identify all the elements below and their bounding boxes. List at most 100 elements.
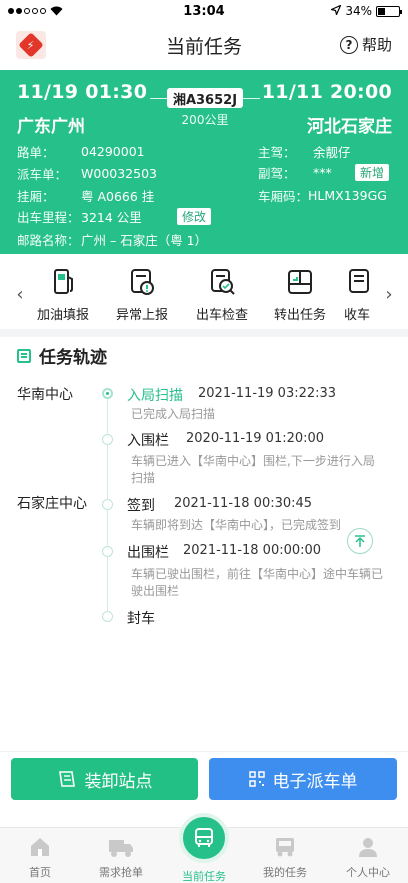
battery-percent: 34%	[345, 4, 372, 18]
route-no-value: 04290001	[81, 144, 145, 159]
tab-label: 我的任务	[263, 866, 307, 879]
action-vehicle-check[interactable]: 出车检查	[187, 266, 257, 323]
bottom-button-bar: 装卸站点 电子派车单	[0, 751, 408, 815]
current-task-tab-button[interactable]	[179, 813, 229, 863]
mileage-row: 出车里程： 3214 公里 修改	[17, 207, 212, 226]
trailer-value: 粤 A0666 挂	[81, 189, 155, 204]
action-fuel-report[interactable]: 加油填报	[28, 266, 98, 323]
user-icon	[355, 834, 381, 860]
event-title: 入围栏	[127, 433, 169, 449]
route-name-label: 邮路名称：	[17, 233, 80, 248]
route-line-right	[243, 98, 260, 99]
signal-area	[8, 6, 63, 16]
tab-current-task[interactable]: 当前任务	[164, 864, 244, 883]
route-name-row: 邮路名称： 广州 – 石家庄（粤 1）	[17, 230, 207, 249]
timeline-node-active	[102, 388, 113, 399]
tab-home[interactable]: 首页	[0, 834, 80, 880]
event-time: 2020-11-19 01:20:00	[186, 431, 325, 446]
load-station-button[interactable]: 装卸站点	[11, 758, 198, 800]
event-desc: 已完成入局扫描	[131, 407, 216, 421]
trailer-label: 挂厢：	[17, 189, 55, 204]
mileage-label: 出车里程：	[17, 210, 80, 225]
destination-city: 河北石家庄	[307, 117, 392, 137]
action-transfer-task[interactable]: 转出任务	[265, 266, 335, 323]
timeline-node	[102, 611, 113, 622]
app-logo-icon[interactable]: ⚡	[16, 31, 46, 59]
help-button[interactable]: ? 帮助	[339, 34, 392, 55]
help-icon: ?	[339, 35, 358, 54]
signal-strength-icon	[8, 8, 46, 14]
list-icon	[17, 348, 31, 363]
origin-city: 广东广州	[17, 117, 85, 137]
tab-label: 当前任务	[182, 870, 226, 883]
tab-profile[interactable]: 个人中心	[328, 834, 408, 880]
action-label: 转出任务	[273, 308, 326, 323]
event-time: 2021-11-18 00:30:45	[174, 496, 313, 511]
co-driver-label: 副驾：	[258, 166, 296, 181]
co-driver-row: 副驾： *** 新增	[258, 163, 390, 182]
action-label: 收车	[344, 308, 371, 323]
action-receive-vehicle[interactable]: 收车	[344, 266, 378, 323]
box-code-label: 车厢码：	[258, 189, 309, 204]
main-driver-label: 主驾：	[258, 145, 296, 160]
exception-report-icon	[126, 266, 158, 298]
dispatch-no-row: 派车单： W00032503	[17, 164, 157, 183]
box-code-value: HLMX139GG	[308, 188, 387, 203]
depart-time: 11/19 01:30	[17, 81, 148, 103]
section-divider	[0, 329, 408, 337]
event-desc: 车辆即将到达【华南中心】，已完成签到	[131, 518, 342, 532]
station-shijiazhuang: 石家庄中心	[17, 496, 87, 512]
event-time: 2021-11-19 03:22:33	[198, 386, 337, 401]
event-title: 封车	[127, 611, 155, 627]
e-dispatch-label: 电子派车单	[272, 771, 358, 792]
fuel-icon	[47, 266, 79, 298]
task-truck-icon	[272, 834, 298, 860]
action-label: 加油填报	[36, 308, 89, 323]
e-dispatch-button[interactable]: 电子派车单	[209, 758, 397, 800]
page-title: 当前任务	[165, 35, 242, 58]
co-driver-value: ***	[313, 165, 332, 180]
task-card: 11/19 01:30 11/11 20:00 湘A3652J 广东广州 200…	[0, 70, 408, 254]
transfer-task-icon	[284, 266, 316, 298]
battery-area: 34%	[329, 4, 402, 18]
station-south-china: 华南中心	[17, 387, 73, 403]
vehicle-check-icon	[206, 266, 238, 298]
truck-icon	[108, 834, 134, 860]
scroll-left-arrow-icon[interactable]: ‹	[13, 284, 27, 305]
event-time: 2021-11-18 00:00:00	[183, 543, 322, 558]
trajectory-header: 任务轨迹	[17, 343, 107, 368]
mileage-value: 3214 公里	[81, 210, 142, 225]
trailer-row: 挂厢： 粤 A0666 挂	[17, 186, 154, 205]
timeline-node	[102, 499, 113, 510]
box-code-row: 车厢码： HLMX139GG	[258, 186, 387, 205]
battery-icon	[376, 5, 402, 17]
document-icon	[58, 771, 75, 787]
tab-label: 需求抢单	[99, 866, 143, 879]
add-co-driver-button[interactable]: 新增	[355, 164, 390, 181]
status-bar: 13:04 34%	[0, 0, 408, 22]
event-desc: 车辆已进入【华南中心】围栏,下一步进行入局扫描	[131, 454, 375, 485]
tab-demand[interactable]: 需求抢单	[81, 834, 161, 880]
scroll-right-arrow-icon[interactable]: ›	[382, 284, 396, 305]
edit-mileage-button[interactable]: 修改	[177, 208, 212, 225]
bus-icon	[195, 828, 213, 847]
route-line-left	[150, 98, 167, 99]
main-driver-row: 主驾： 余靓仔	[258, 142, 351, 161]
dispatch-no-value: W00032503	[81, 166, 157, 181]
tab-my-tasks[interactable]: 我的任务	[245, 834, 325, 880]
event-title: 出围栏	[127, 545, 169, 561]
trajectory-title: 任务轨迹	[39, 348, 107, 368]
home-icon	[27, 834, 53, 860]
distance: 200公里	[181, 113, 229, 127]
back-to-top-button[interactable]	[347, 528, 373, 554]
tab-label: 首页	[29, 866, 51, 879]
location-arrow-icon	[329, 4, 343, 18]
event-desc: 车辆已驶出围栏，前往【华南中心】途中车辆已驶出围栏	[131, 567, 384, 598]
wifi-icon	[50, 6, 63, 16]
timeline-node	[102, 546, 113, 557]
event-title: 入局扫描	[127, 388, 183, 404]
route-no-row: 路单： 04290001	[17, 142, 145, 161]
action-exception-report[interactable]: 异常上报	[107, 266, 177, 323]
action-label: 异常上报	[115, 308, 168, 323]
action-label: 出车检查	[195, 308, 248, 323]
